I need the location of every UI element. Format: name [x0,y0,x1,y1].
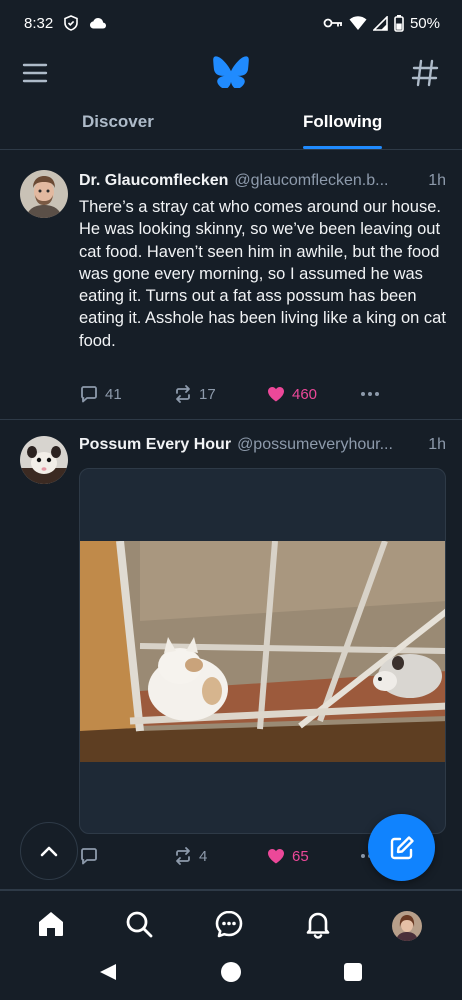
vpn-key-icon [323,18,342,28]
cloud-icon [90,18,107,29]
like-count: 65 [292,847,309,865]
search-icon[interactable] [124,909,154,939]
heart-filled-icon [268,387,284,402]
post-time: 1h [428,436,446,453]
tab-following[interactable]: Following [303,112,382,132]
wifi-icon [349,16,367,30]
feed-tabs: Discover Following [0,100,462,150]
post-text: There’s a stray cat who comes around our… [79,198,446,350]
like-button[interactable]: 65 [266,846,309,866]
status-bar: 8:32 50% [0,0,462,46]
notifications-icon[interactable] [303,909,333,939]
avatar[interactable] [20,436,68,484]
bottom-nav [0,890,462,950]
reply-button[interactable]: 41 [79,384,122,404]
shield-icon [64,15,79,31]
like-count: 460 [292,385,318,403]
post-time: 1h [428,172,446,189]
bluesky-butterfly-logo[interactable] [213,56,249,88]
battery-icon [394,14,404,32]
post-actions: 41 17 460 [79,384,379,406]
heart-filled-icon [268,849,284,864]
more-icon [361,392,379,396]
tab-discover[interactable]: Discover [82,112,154,132]
profile-avatar[interactable] [392,911,422,941]
hashtag-feeds-icon[interactable] [410,58,440,88]
back-icon[interactable] [98,962,118,982]
handle[interactable]: @glaucomflecken.b... [234,172,424,190]
recent-apps-icon[interactable] [344,963,362,981]
scroll-to-top-button[interactable] [20,822,78,880]
reply-icon [81,848,97,865]
active-tab-indicator [303,146,382,149]
reply-button[interactable] [79,846,105,866]
like-button[interactable]: 460 [266,384,317,404]
more-options-button[interactable] [359,384,381,404]
status-time: 8:32 [24,14,54,32]
system-nav-bar [0,950,462,1000]
reply-icon [81,386,97,403]
repost-icon [176,847,190,865]
post-photo[interactable] [80,541,446,762]
battery-percent: 50% [409,14,440,32]
avatar[interactable] [20,170,68,218]
compose-post-button[interactable] [368,814,435,881]
repost-icon [176,385,190,403]
chat-icon[interactable] [214,909,244,939]
post-header: Possum Every Hour @possumeveryhour... 1h [79,436,446,454]
post-actions: 4 65 [79,846,379,868]
home-icon[interactable] [36,909,66,939]
display-name[interactable]: Dr. Glaucomflecken [79,172,228,190]
top-bar [0,46,462,100]
repost-button[interactable]: 17 [173,384,216,404]
post[interactable]: Dr. Glaucomflecken @glaucomflecken.b... … [0,150,462,420]
repost-count: 4 [199,847,208,865]
home-circle-icon[interactable] [221,962,241,982]
chevron-up-icon [40,846,58,857]
repost-button[interactable]: 4 [173,846,207,866]
reply-count: 41 [105,385,122,403]
media-embed[interactable] [79,468,446,834]
display-name[interactable]: Possum Every Hour [79,436,231,454]
handle[interactable]: @possumeveryhour... [237,436,424,454]
compose-icon [390,835,414,859]
repost-count: 17 [199,385,216,403]
post-header: Dr. Glaucomflecken @glaucomflecken.b... … [79,172,446,190]
menu-icon[interactable] [22,61,48,85]
signal-icon [372,15,388,31]
